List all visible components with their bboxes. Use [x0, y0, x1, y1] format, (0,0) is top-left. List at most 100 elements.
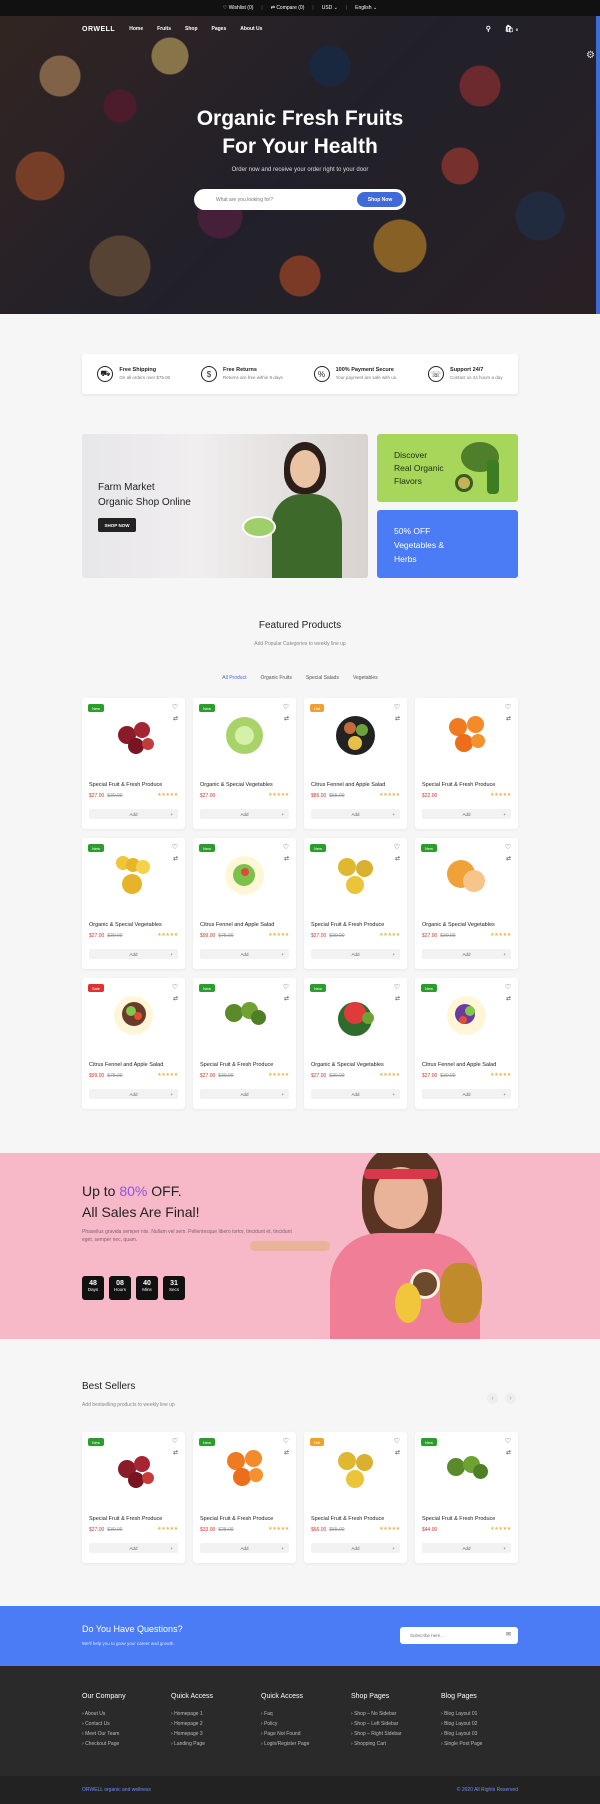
add-to-cart-button[interactable]: Add + — [200, 1089, 289, 1099]
add-to-cart-button[interactable]: Add + — [200, 949, 289, 959]
add-to-cart-button[interactable]: Add + — [422, 1089, 511, 1099]
product-name[interactable]: Organic & Special Vegetables — [89, 922, 162, 928]
nav-about[interactable]: About Us — [240, 26, 262, 32]
add-to-cart-button[interactable]: Add + — [89, 949, 178, 959]
footer-link[interactable]: › Blog Layout 03 — [441, 1729, 482, 1739]
shop-now-button[interactable]: Shop Now — [357, 192, 403, 207]
nav-fruits[interactable]: Fruits — [157, 26, 171, 32]
heart-icon[interactable]: ♡ — [283, 703, 289, 711]
tab-organic-fruits[interactable]: Organic Fruits — [260, 675, 291, 681]
compare-icon[interactable]: ⇄ — [395, 995, 400, 1002]
footer-link[interactable]: › Shopping Cart — [351, 1739, 402, 1749]
tab-vegetables[interactable]: Vegetables — [353, 675, 378, 681]
add-to-cart-button[interactable]: Add + — [89, 1089, 178, 1099]
product-image[interactable] — [110, 852, 157, 899]
footer-link[interactable]: › Shop – Left Sidebar — [351, 1719, 402, 1729]
product-card[interactable]: Hot ♡ ⇄ Special Fruit & Fresh Produce $66.00… — [304, 1432, 407, 1563]
product-name[interactable]: Special Fruit & Fresh Produce — [311, 922, 384, 928]
product-name[interactable]: Citrus Fennel and Apple Salad — [311, 782, 385, 788]
product-name[interactable]: Special Fruit & Fresh Produce — [200, 1516, 273, 1522]
next-arrow-icon[interactable]: › — [505, 1393, 516, 1404]
product-name[interactable]: Special Fruit & Fresh Produce — [200, 1062, 273, 1068]
add-to-cart-button[interactable]: Add + — [89, 1543, 178, 1553]
product-image[interactable] — [332, 852, 379, 899]
search-input[interactable] — [216, 194, 336, 205]
compare-icon[interactable]: ⇄ — [173, 1449, 178, 1456]
product-image[interactable] — [443, 1446, 490, 1493]
compare-icon[interactable]: ⇄ — [506, 995, 511, 1002]
footer-link[interactable]: › Page Not Found — [261, 1729, 309, 1739]
product-image[interactable] — [443, 712, 490, 759]
product-name[interactable]: Organic & Special Vegetables — [422, 922, 495, 928]
logo[interactable]: ORWELL — [82, 26, 115, 33]
currency-select[interactable]: USD ⌄ — [322, 5, 338, 11]
heart-icon[interactable]: ♡ — [394, 1437, 400, 1445]
nav-shop[interactable]: Shop — [185, 26, 198, 32]
product-name[interactable]: Special Fruit & Fresh Produce — [422, 782, 495, 788]
heart-icon[interactable]: ♡ — [394, 703, 400, 711]
footer-link[interactable]: › Single Post Page — [441, 1739, 482, 1749]
product-card[interactable]: New ♡ ⇄ Special Fruit & Fresh Produce $44.00… — [415, 1432, 518, 1563]
envelope-icon[interactable]: ✉ — [506, 1631, 511, 1638]
heart-icon[interactable]: ♡ — [172, 703, 178, 711]
search-icon[interactable]: ⚲ — [486, 25, 491, 33]
compare-icon[interactable]: ⇄ — [395, 855, 400, 862]
product-name[interactable]: Special Fruit & Fresh Produce — [422, 1516, 495, 1522]
tab-special-salads[interactable]: Special Salads — [306, 675, 339, 681]
heart-icon[interactable]: ♡ — [505, 703, 511, 711]
add-to-cart-button[interactable]: Add + — [422, 809, 511, 819]
prev-arrow-icon[interactable]: ‹ — [487, 1393, 498, 1404]
add-to-cart-button[interactable]: Add + — [311, 1543, 400, 1553]
compare-icon[interactable]: ⇄ — [173, 715, 178, 722]
product-image[interactable] — [221, 852, 268, 899]
subscribe-input[interactable] — [410, 1631, 490, 1640]
product-card[interactable]: New ♡ ⇄ Organic & Special Vegetables $27.00 $… — [415, 838, 518, 969]
heart-icon[interactable]: ♡ — [505, 983, 511, 991]
farm-market-banner[interactable]: Farm Market Organic Shop Online SHOP NOW — [82, 434, 368, 578]
product-card[interactable]: New ♡ ⇄ Special Fruit & Fresh Produce $27.00… — [304, 838, 407, 969]
discover-banner[interactable]: Discover Real Organic Flavors — [377, 434, 518, 502]
product-card[interactable]: New ♡ ⇄ Citrus Fennel and Apple Salad $27.00… — [415, 978, 518, 1109]
product-card[interactable]: New ♡ ⇄ Special Fruit & Fresh Produce $33.00… — [193, 1432, 296, 1563]
product-name[interactable]: Citrus Fennel and Apple Salad — [89, 1062, 163, 1068]
heart-icon[interactable]: ♡ — [505, 1437, 511, 1445]
vegetables-offer-banner[interactable]: 50% OFF Vegetables & Herbs — [377, 510, 518, 578]
compare-icon[interactable]: ⇄ — [506, 855, 511, 862]
heart-icon[interactable]: ♡ — [283, 843, 289, 851]
product-image[interactable] — [110, 1446, 157, 1493]
compare-icon[interactable]: ⇄ — [395, 1449, 400, 1456]
product-image[interactable] — [332, 992, 379, 1039]
product-name[interactable]: Special Fruit & Fresh Produce — [89, 782, 162, 788]
product-image[interactable] — [110, 992, 157, 1039]
product-card[interactable]: New ♡ ⇄ Citrus Fennel and Apple Salad $99.00… — [193, 838, 296, 969]
footer-link[interactable]: › Contact Us — [82, 1719, 126, 1729]
product-image[interactable] — [110, 712, 157, 759]
compare-icon[interactable]: ⇄ — [506, 1449, 511, 1456]
heart-icon[interactable]: ♡ — [283, 983, 289, 991]
product-name[interactable]: Citrus Fennel and Apple Salad — [200, 922, 274, 928]
heart-icon[interactable]: ♡ — [394, 843, 400, 851]
product-image[interactable] — [332, 712, 379, 759]
compare-icon[interactable]: ⇄ — [506, 715, 511, 722]
heart-icon[interactable]: ♡ — [172, 983, 178, 991]
compare-icon[interactable]: ⇄ — [173, 855, 178, 862]
footer-link[interactable]: › Faq — [261, 1709, 309, 1719]
footer-link[interactable]: › Homepage 1 — [171, 1709, 213, 1719]
product-name[interactable]: Special Fruit & Fresh Produce — [89, 1516, 162, 1522]
footer-link[interactable]: › Shop – No Sidebar — [351, 1709, 402, 1719]
compare-icon[interactable]: ⇄ — [284, 855, 289, 862]
product-name[interactable]: Special Fruit & Fresh Produce — [311, 1516, 384, 1522]
add-to-cart-button[interactable]: Add + — [311, 949, 400, 959]
product-card[interactable]: New ♡ ⇄ Organic & Special Vegetables $27.00 $… — [304, 978, 407, 1109]
product-card[interactable]: New ♡ ⇄ Special Fruit & Fresh Produce $27.00… — [82, 1432, 185, 1563]
product-card[interactable]: Hot ♡ ⇄ Citrus Fennel and Apple Salad $86.00… — [304, 698, 407, 829]
product-image[interactable] — [332, 1446, 379, 1493]
compare-icon[interactable]: ⇄ — [284, 995, 289, 1002]
compare-link[interactable]: ⇄ Compare (0) — [271, 5, 305, 11]
product-card[interactable]: New ♡ ⇄ Special Fruit & Fresh Produce $27.00… — [82, 698, 185, 829]
product-image[interactable] — [221, 1446, 268, 1493]
footer-link[interactable]: › Blog Layout 02 — [441, 1719, 482, 1729]
footer-link[interactable]: › Landing Page — [171, 1739, 213, 1749]
product-card[interactable]: New ♡ ⇄ Organic & Special Vegetables $27.00 ★… — [193, 698, 296, 829]
footer-link[interactable]: › Policy — [261, 1719, 309, 1729]
